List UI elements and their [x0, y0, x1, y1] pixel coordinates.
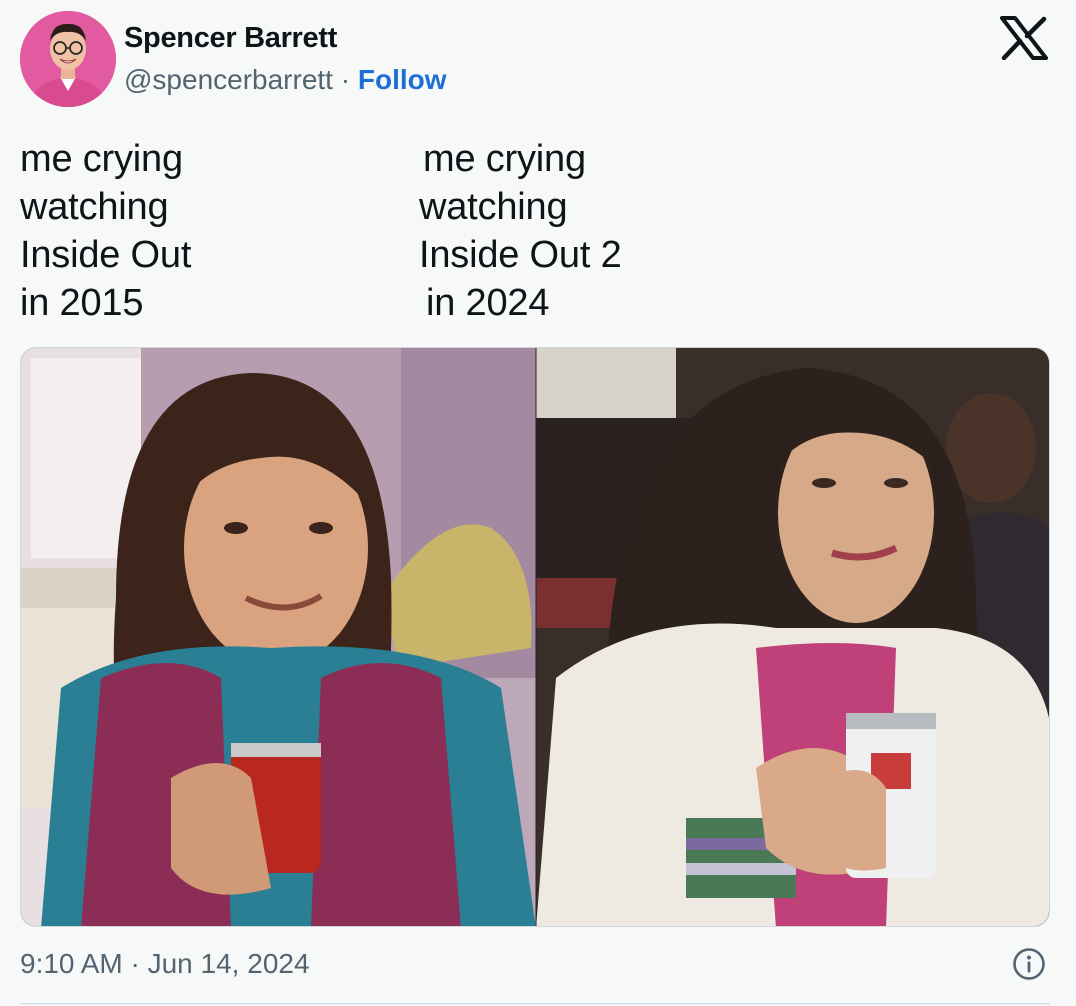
avatar-image: [20, 11, 116, 107]
author-handle[interactable]: @spencerbarrett: [124, 64, 333, 95]
caption-left-line: in 2015: [20, 282, 144, 324]
separator-dot: ·: [340, 64, 351, 95]
divider: [20, 1003, 1050, 1004]
author-handle-line: @spencerbarrett · Follow: [124, 64, 447, 96]
caption-right-line: me crying: [423, 138, 586, 180]
info-icon[interactable]: [1012, 947, 1046, 981]
author-display-name[interactable]: Spencer Barrett: [124, 22, 337, 55]
caption-left-line: me crying: [20, 138, 183, 180]
caption-right: me crying watching Inside Out 2 in 2024: [419, 135, 622, 327]
left-panel-image: [21, 348, 536, 926]
tweet-timestamp[interactable]: 9:10 AM · Jun 14, 2024: [20, 948, 310, 980]
tweet-card: Spencer Barrett @spencerbarrett · Follow…: [0, 0, 1076, 1006]
caption-right-line: watching: [419, 186, 568, 228]
caption-right-line: in 2024: [426, 282, 550, 324]
tweet-photo[interactable]: [20, 347, 1050, 927]
caption-right-line: Inside Out 2: [419, 234, 622, 276]
avatar[interactable]: [20, 11, 116, 107]
x-logo-icon[interactable]: [1000, 16, 1048, 61]
right-panel-image: [536, 348, 1049, 926]
caption-left-line: watching: [20, 186, 169, 228]
caption-left-line: Inside Out: [20, 234, 192, 276]
follow-button[interactable]: Follow: [358, 64, 447, 95]
caption-left: me crying watching Inside Out in 2015: [20, 135, 191, 327]
